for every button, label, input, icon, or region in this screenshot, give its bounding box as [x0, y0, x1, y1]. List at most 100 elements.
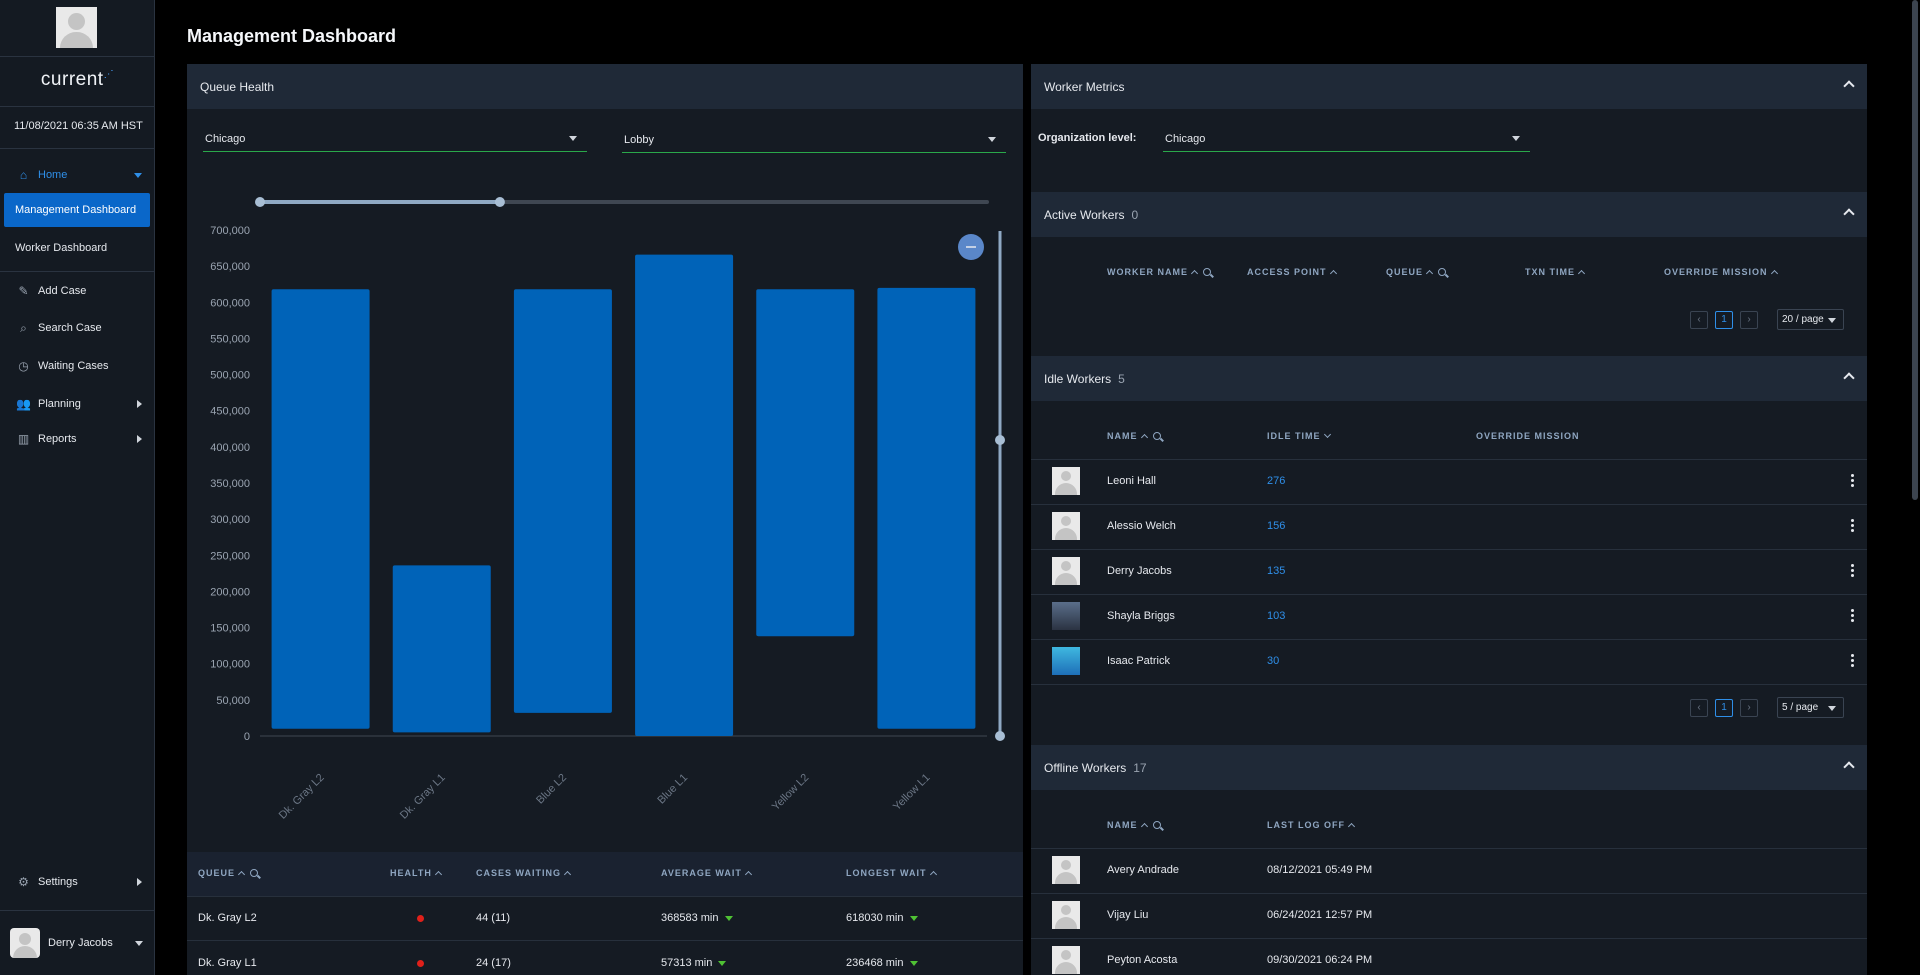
select-value: 20 / page [1782, 314, 1824, 325]
next-page-button[interactable]: › [1740, 310, 1758, 329]
col-access-point[interactable]: ACCESS POINT [1247, 267, 1337, 278]
vertical-slider-handle[interactable] [995, 435, 1005, 445]
sidebar-item-waiting-cases[interactable]: ◷ Waiting Cases [4, 349, 150, 383]
sort-up-icon [563, 870, 572, 879]
y-tick-label: 150,000 [210, 623, 250, 635]
more-options-icon[interactable] [1851, 474, 1854, 489]
col-longest-wait[interactable]: LONGEST WAIT [846, 868, 937, 879]
col-queue[interactable]: QUEUE [1386, 267, 1447, 278]
col-cases-waiting[interactable]: CASES WAITING [476, 868, 572, 879]
sidebar-item-label: Management Dashboard [15, 204, 137, 216]
search-icon[interactable] [1438, 268, 1447, 276]
average-wait: 368583 min [661, 912, 733, 924]
column-label: IDLE TIME [1267, 431, 1321, 441]
sidebar-item-management-dashboard[interactable]: Management Dashboard [4, 193, 150, 227]
column-label: LONGEST WAIT [846, 868, 927, 878]
range-slider-end-handle[interactable] [494, 197, 505, 207]
page-scrollbar[interactable] [1912, 0, 1918, 500]
offline-workers-header[interactable]: Offline Workers 17 [1031, 745, 1867, 790]
vertical-slider-handle[interactable] [995, 731, 1005, 741]
col-name[interactable]: NAME [1107, 431, 1161, 442]
sort-up-icon [1140, 433, 1148, 442]
worker-name: Vijay Liu [1107, 909, 1149, 921]
col-average-wait[interactable]: AVERAGE WAIT [661, 868, 752, 879]
bar-dk-gray-l1[interactable] [392, 565, 491, 733]
col-worker-name[interactable]: WORKER NAME [1107, 267, 1211, 278]
panel-title: Worker Metrics [1044, 79, 1125, 94]
active-workers-header[interactable]: Active Workers 0 [1031, 192, 1867, 237]
bar-dk-gray-l2[interactable] [271, 289, 370, 729]
chevron-down-icon [134, 172, 142, 178]
search-icon[interactable] [1152, 432, 1161, 440]
cases-waiting: 44 (11) [476, 912, 511, 924]
org-level-select[interactable]: Chicago [1163, 126, 1530, 152]
row-divider [1031, 504, 1867, 505]
sidebar-item-worker-dashboard[interactable]: Worker Dashboard [4, 231, 150, 265]
sidebar-item-planning[interactable]: 👥 Planning [4, 387, 150, 421]
bar-yellow-l1[interactable] [877, 287, 976, 729]
page-size-select[interactable]: 5 / page [1777, 697, 1844, 718]
bar-blue-l2[interactable] [513, 289, 612, 713]
more-options-icon[interactable] [1851, 654, 1854, 669]
sidebar-item-reports[interactable]: ▥ Reports [4, 422, 150, 456]
divider [0, 271, 155, 272]
x-axis: Dk. Gray L2 Dk. Gray L1 Blue L2 Blue L1 Yell… [277, 772, 933, 822]
worker-name: Peyton Acosta [1107, 954, 1178, 966]
bar-blue-l1[interactable] [635, 254, 734, 736]
more-options-icon[interactable] [1851, 564, 1854, 579]
more-options-icon[interactable] [1851, 609, 1854, 624]
chevron-up-icon[interactable] [1843, 80, 1855, 92]
prev-page-button[interactable]: ‹ [1690, 698, 1708, 717]
column-label: ACCESS POINT [1247, 267, 1327, 277]
avatar [1052, 467, 1080, 495]
col-name[interactable]: NAME [1107, 820, 1161, 831]
page-number[interactable]: 1 [1715, 698, 1733, 717]
search-icon[interactable] [250, 869, 259, 877]
chevron-up-icon[interactable] [1843, 372, 1855, 384]
value: 368583 min [661, 912, 719, 924]
user-menu[interactable]: Derry Jacobs [0, 910, 155, 975]
bar-yellow-l2[interactable] [756, 289, 855, 637]
chevron-up-icon[interactable] [1843, 208, 1855, 220]
value: 57313 min [661, 957, 713, 969]
y-tick-label: 300,000 [210, 514, 250, 526]
trend-down-icon [909, 960, 918, 966]
worker-metrics-header[interactable]: Worker Metrics [1031, 64, 1867, 109]
col-queue[interactable]: QUEUE [198, 868, 259, 879]
idle-time: 156 [1267, 520, 1286, 532]
area-select[interactable]: Lobby [622, 127, 1006, 153]
sort-down-icon [1323, 430, 1331, 439]
x-tick-label: Yellow L2 [770, 772, 811, 813]
chevron-down-icon [135, 940, 143, 946]
sidebar-item-home[interactable]: ⌂ Home [4, 158, 150, 192]
sidebar-item-settings[interactable]: ⚙ Settings [4, 865, 150, 899]
gear-icon: ⚙ [18, 875, 29, 889]
col-last-log-off[interactable]: LAST LOG OFF [1267, 820, 1356, 831]
sort-up-icon [744, 870, 752, 879]
page-number[interactable]: 1 [1715, 310, 1733, 329]
sidebar-item-search-case[interactable]: ⌕ Search Case [4, 311, 150, 345]
chevron-up-icon[interactable] [1843, 761, 1855, 773]
row-divider [1031, 848, 1867, 849]
y-tick-label: 0 [244, 731, 250, 743]
next-page-button[interactable]: › [1740, 698, 1758, 717]
range-slider-start-handle[interactable] [255, 197, 265, 207]
col-idle-time[interactable]: IDLE TIME [1267, 430, 1331, 441]
clock-icon: ◷ [18, 359, 29, 373]
chevron-down-icon [1512, 136, 1520, 141]
idle-workers-header[interactable]: Idle Workers 5 [1031, 356, 1867, 401]
page-size-select[interactable]: 20 / page [1777, 309, 1844, 330]
col-override-mission[interactable]: OVERRIDE MISSION [1664, 267, 1778, 278]
search-icon[interactable] [1152, 821, 1161, 829]
prev-page-button[interactable]: ‹ [1690, 310, 1708, 329]
value: 618030 min [846, 912, 904, 924]
col-health[interactable]: HEALTH [390, 868, 442, 879]
idle-time: 135 [1267, 565, 1286, 577]
search-icon[interactable] [1203, 268, 1211, 276]
sidebar-item-label: Waiting Cases [38, 360, 109, 372]
sidebar-avatar[interactable] [56, 7, 97, 48]
col-txn-time[interactable]: TXN TIME [1525, 267, 1586, 278]
location-select[interactable]: Chicago [203, 126, 587, 152]
more-options-icon[interactable] [1851, 519, 1854, 534]
sidebar-item-add-case[interactable]: ✎ Add Case [4, 274, 150, 308]
